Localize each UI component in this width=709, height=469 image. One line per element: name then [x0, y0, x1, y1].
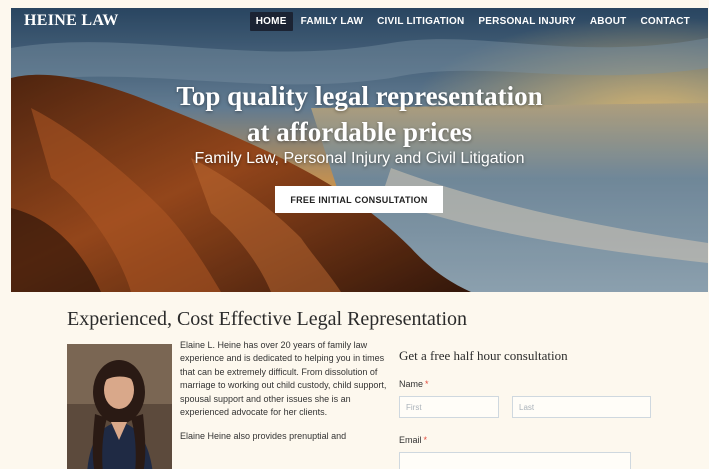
hero-headline-line2: at affordable prices	[247, 117, 472, 147]
name-label-text: Name	[399, 379, 424, 389]
brand-logo[interactable]: HEINE LAW	[24, 12, 119, 30]
required-marker: *	[425, 379, 429, 389]
top-nav: HEINE LAW HOME FAMILY LAW CIVIL LITIGATI…	[11, 8, 708, 38]
nav-item-civil-litigation[interactable]: CIVIL LITIGATION	[371, 12, 470, 31]
email-label-text: Email	[399, 435, 422, 445]
attorney-photo	[67, 344, 172, 469]
nav-item-about[interactable]: ABOUT	[584, 12, 633, 31]
name-label: Name *	[399, 379, 429, 389]
page: HEINE LAW HOME FAMILY LAW CIVIL LITIGATI…	[11, 8, 708, 469]
nav-item-home[interactable]: HOME	[249, 12, 293, 31]
hero-headline-line1: Top quality legal representation	[176, 81, 543, 111]
hero-subheadline: Family Law, Personal Injury and Civil Li…	[194, 150, 525, 167]
free-consultation-button[interactable]: FREE INITIAL CONSULTATION	[275, 186, 443, 213]
last-name-input[interactable]	[512, 396, 651, 418]
bio-paragraph-2: Elaine Heine also provides prenuptial an…	[180, 431, 347, 442]
consultation-form-title: Get a free half hour consultation	[399, 348, 568, 363]
hero-banner: HEINE LAW HOME FAMILY LAW CIVIL LITIGATI…	[11, 8, 708, 292]
hero-headline: Top quality legal representation at affo…	[11, 78, 708, 150]
first-name-input[interactable]	[399, 396, 499, 418]
main-menu: HOME FAMILY LAW CIVIL LITIGATION PERSONA…	[249, 12, 696, 31]
nav-item-contact[interactable]: CONTACT	[634, 12, 696, 31]
required-marker: *	[423, 435, 428, 445]
nav-item-family-law[interactable]: FAMILY LAW	[295, 12, 370, 31]
nav-item-personal-injury[interactable]: PERSONAL INJURY	[472, 12, 581, 31]
section-title: Experienced, Cost Effective Legal Repres…	[67, 308, 468, 330]
bio-paragraph: Elaine L. Heine has over 20 years of fam…	[180, 340, 387, 418]
email-label: Email *	[399, 435, 427, 445]
email-input[interactable]	[399, 452, 631, 469]
attorney-bio: Elaine L. Heine has over 20 years of fam…	[180, 339, 390, 455]
